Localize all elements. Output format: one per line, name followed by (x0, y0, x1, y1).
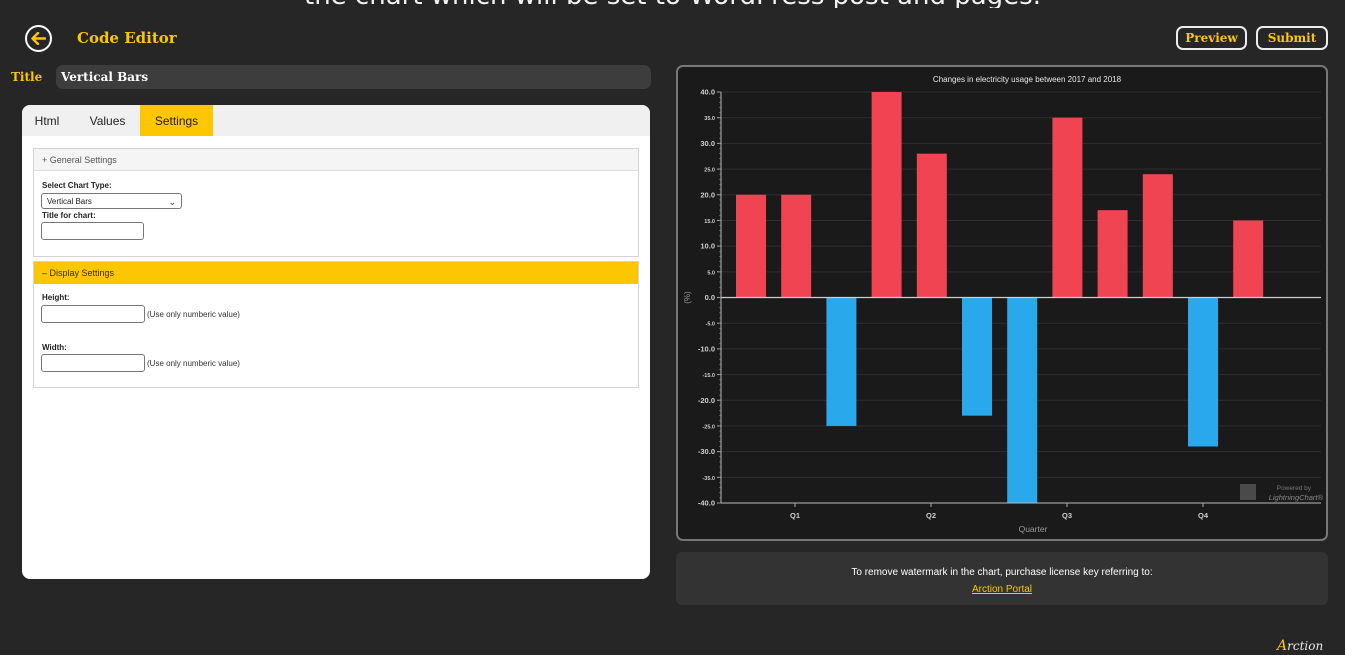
width-label: Width: (42, 343, 67, 352)
x-axis-label: Quarter (1019, 524, 1048, 534)
chart-bar (1233, 220, 1264, 298)
chart-bar (1052, 117, 1083, 298)
height-input[interactable] (41, 305, 145, 323)
general-settings-header[interactable]: + General Settings (34, 149, 638, 171)
y-tick-label: 15.0 (704, 219, 715, 225)
chevron-down-icon: ⌄ (168, 197, 176, 207)
bar-chart: Changes in electricity usage between 201… (683, 75, 1324, 534)
chart-type-label: Select Chart Type: (42, 181, 112, 190)
height-hint: (Use only numberic value) (147, 310, 240, 319)
y-tick-label: -20.0 (698, 396, 715, 405)
top-caption: the chart which will be set to WordPress… (0, 0, 1345, 8)
settings-panel: Html Values Settings + General Settings … (22, 105, 650, 579)
chart-preview: Changes in electricity usage between 201… (676, 65, 1328, 541)
y-tick-label: 20.0 (700, 190, 715, 199)
chart-type-select[interactable]: Vertical Bars ⌄ (41, 193, 182, 209)
width-input[interactable] (41, 354, 145, 372)
lightningchart-logo-icon (1240, 484, 1256, 500)
notice-text: To remove watermark in the chart, purcha… (851, 567, 1153, 578)
y-tick-label: 25.0 (704, 168, 715, 174)
tab-settings[interactable]: Settings (140, 105, 213, 136)
display-settings-header[interactable]: – Display Settings (34, 262, 638, 284)
chart-bar (1007, 297, 1038, 503)
y-tick-label: -10.0 (698, 344, 715, 353)
watermark-line1: Powered by (1277, 485, 1312, 492)
watermark-notice: To remove watermark in the chart, purcha… (676, 552, 1328, 605)
y-tick-label: -5.0 (706, 322, 715, 328)
chart-bar (1142, 174, 1173, 298)
chart-title: Changes in electricity usage between 201… (933, 75, 1122, 84)
chart-type-value: Vertical Bars (47, 196, 92, 206)
y-tick-label: 0.0 (705, 293, 715, 302)
arction-logo: Arction (1277, 638, 1324, 654)
display-settings-section: – Display Settings Height: (Use only num… (33, 261, 639, 388)
back-button[interactable] (25, 25, 52, 52)
y-tick-label: 5.0 (707, 270, 715, 276)
tab-bar: Html Values Settings (22, 105, 650, 136)
preview-button[interactable]: Preview (1176, 26, 1247, 50)
chart-bar (1097, 210, 1128, 298)
y-tick-label: 10.0 (700, 242, 715, 251)
chart-bar (736, 194, 766, 298)
y-tick-label: 30.0 (700, 139, 715, 148)
app-header: Code Editor Preview Submit (0, 20, 1345, 56)
chart-bar (962, 297, 992, 416)
chart-bar (826, 297, 857, 426)
tab-html[interactable]: Html (22, 105, 72, 136)
x-tick-label: Q4 (1198, 511, 1209, 520)
chart-title-input[interactable] (41, 222, 144, 240)
height-label: Height: (42, 293, 70, 302)
arrow-left-icon (31, 32, 46, 45)
y-tick-label: 35.0 (704, 116, 715, 122)
chart-bar (871, 92, 902, 298)
tab-values[interactable]: Values (76, 105, 139, 136)
general-settings-section: + General Settings Select Chart Type: Ve… (33, 148, 639, 257)
y-tick-label: -15.0 (702, 373, 715, 379)
x-tick-label: Q1 (790, 511, 800, 520)
arction-portal-link[interactable]: Arction Portal (676, 584, 1328, 595)
y-tick-label: 40.0 (700, 88, 715, 97)
page-title: Code Editor (77, 29, 177, 47)
title-row: Title Vertical Bars (11, 65, 651, 89)
y-axis-label: (%) (683, 291, 692, 304)
y-tick-label: -40.0 (698, 499, 715, 508)
width-hint: (Use only numberic value) (147, 359, 240, 368)
y-tick-label: -35.0 (702, 476, 715, 482)
title-input[interactable]: Vertical Bars (56, 65, 651, 89)
y-tick-label: -30.0 (698, 447, 715, 456)
chart-bar (781, 194, 812, 298)
watermark-line2: LightningChart® (1269, 493, 1324, 502)
x-tick-label: Q2 (926, 511, 936, 520)
chart-bar (1188, 297, 1218, 447)
y-tick-label: -25.0 (702, 424, 715, 430)
chart-bar (916, 153, 947, 298)
title-label: Title (11, 70, 43, 84)
x-tick-label: Q3 (1062, 511, 1072, 520)
submit-button[interactable]: Submit (1256, 26, 1328, 50)
chart-title-label: Title for chart: (42, 211, 96, 220)
